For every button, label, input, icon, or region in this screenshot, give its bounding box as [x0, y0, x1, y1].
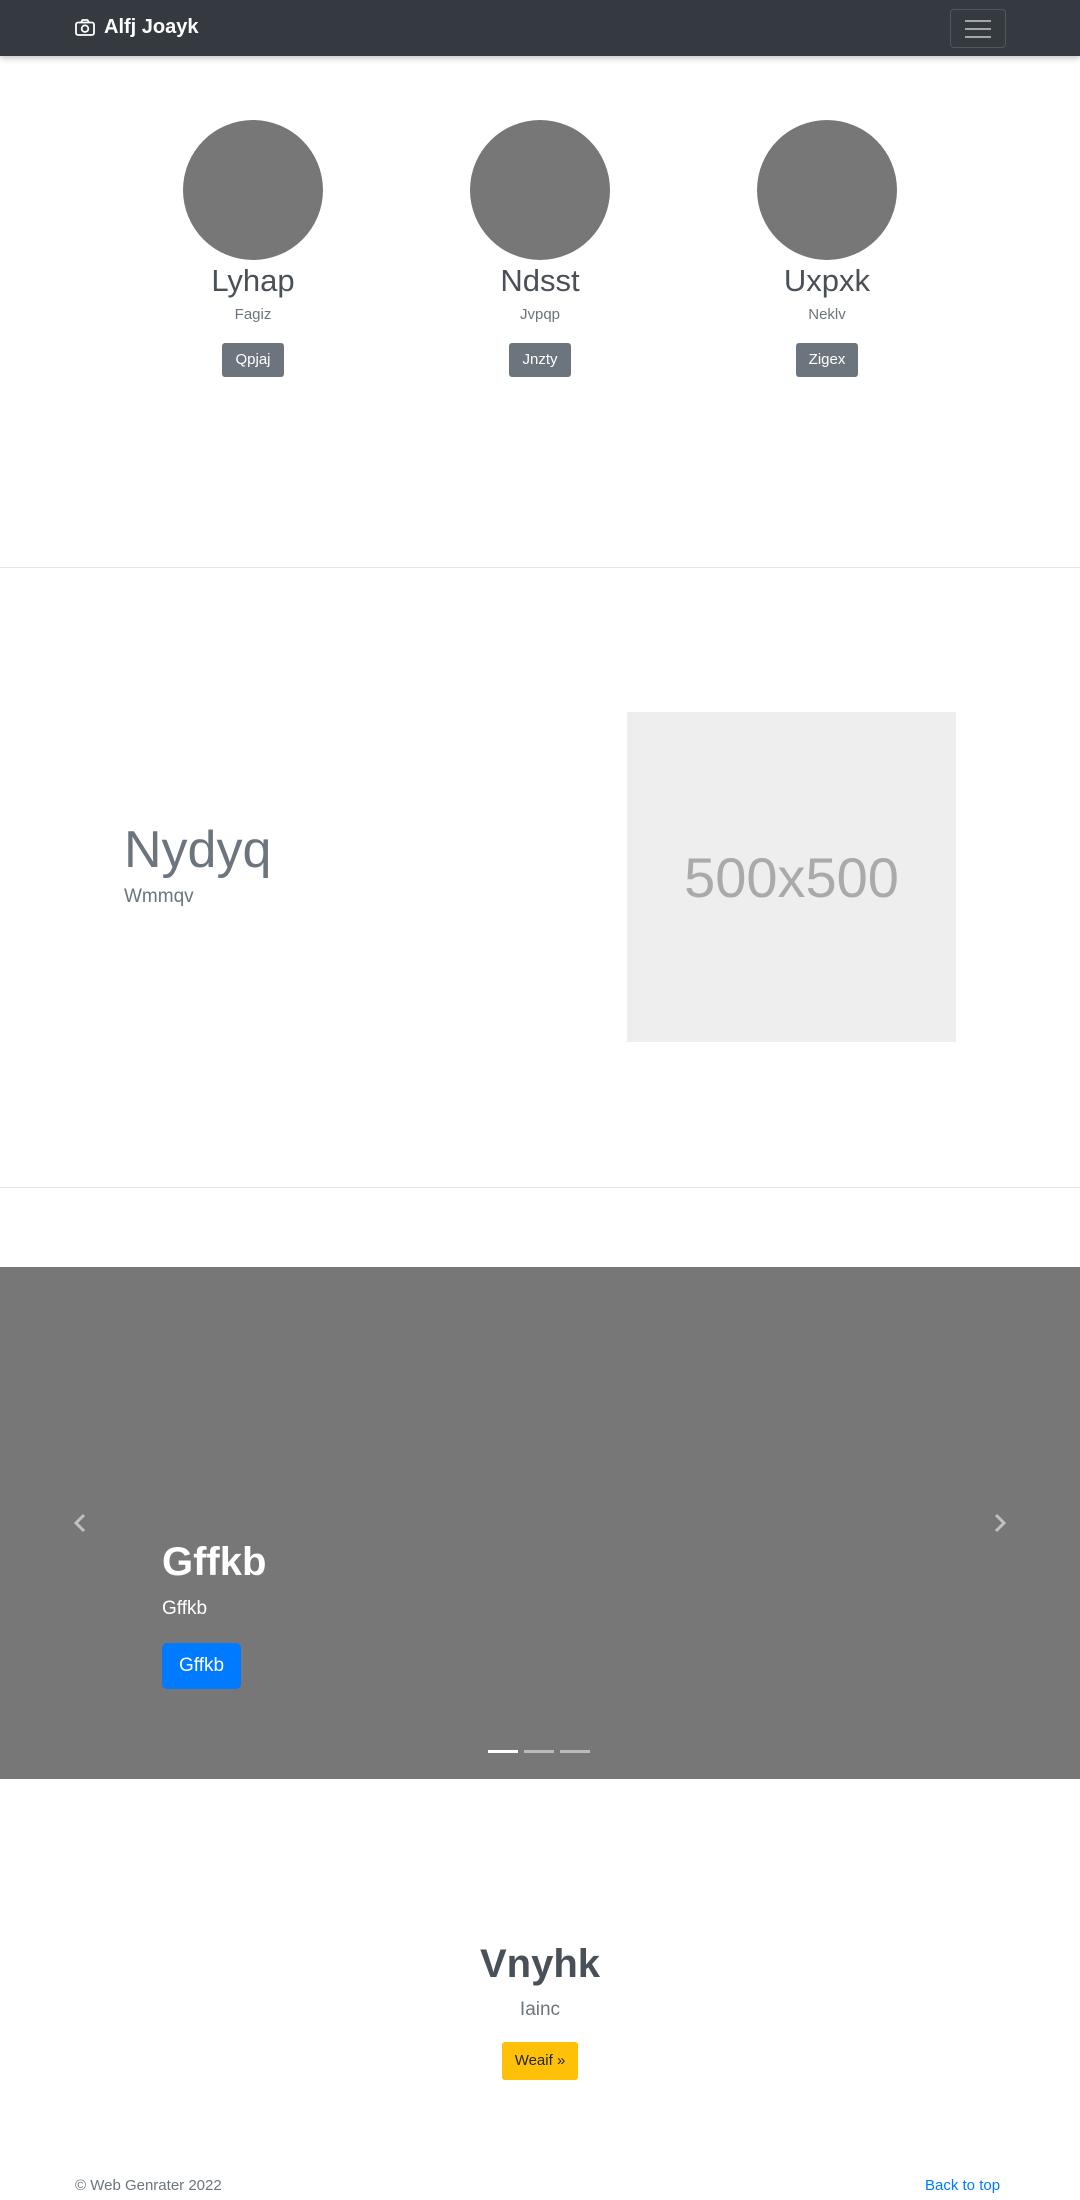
team-member-card: Uxpxk Neklv Zigex [727, 120, 927, 377]
member-subtitle: Neklv [808, 306, 846, 323]
brand-link[interactable]: Alfj Joayk [75, 16, 198, 39]
hamburger-icon-bar [965, 35, 991, 38]
avatar [470, 120, 610, 260]
carousel: Gffkb Gffkb Gffkb [0, 1267, 1080, 1779]
carousel-indicator[interactable] [488, 1750, 518, 1753]
carousel-indicator[interactable] [524, 1750, 554, 1753]
carousel-caption-text: Gffkb [162, 1598, 208, 1619]
feature-image-placeholder: 500x500 [627, 712, 956, 1042]
footer-copyright: © Web Genrater 2022 [75, 2177, 222, 2194]
section-divider [0, 1187, 1080, 1188]
cta-button-wrap: Weaif » [0, 2042, 1080, 2080]
feature-subheading: Wmmqv [124, 886, 194, 907]
chevron-left-icon [73, 1513, 86, 1533]
carousel-prev-button[interactable] [70, 1512, 92, 1534]
hamburger-icon-bar [965, 19, 991, 22]
section-divider [0, 567, 1080, 568]
avatar [757, 120, 897, 260]
cta-subheading: Iainc [519, 1999, 561, 2020]
carousel-indicators [488, 1750, 590, 1753]
feature-heading: Nydyq [124, 821, 272, 879]
placeholder-size-label: 500x500 [684, 845, 899, 909]
member-button[interactable]: Qpjaj [222, 343, 284, 377]
member-subtitle: Jvpqp [519, 306, 561, 323]
carousel-indicator[interactable] [560, 1750, 590, 1753]
carousel-caption-title: Gffkb [162, 1540, 267, 1584]
hamburger-icon-bar [965, 27, 991, 30]
carousel-caption-button[interactable]: Gffkb [162, 1643, 242, 1689]
avatar [183, 120, 323, 260]
navbar-toggler-button[interactable] [950, 9, 1006, 48]
chevron-right-icon [994, 1513, 1007, 1533]
team-member-card: Lyhap Fagiz Qpjaj [153, 120, 353, 377]
carousel-next-button[interactable] [988, 1512, 1010, 1534]
camera-icon [75, 19, 95, 36]
member-name: Ndsst [500, 263, 580, 298]
brand-name: Alfj Joayk [104, 16, 199, 38]
navbar: Alfj Joayk [0, 0, 1080, 56]
member-name: Uxpxk [783, 263, 871, 298]
member-button[interactable]: Jnzty [509, 343, 571, 377]
member-button[interactable]: Zigex [795, 343, 859, 377]
team-member-card: Ndsst Jvpqp Jnzty [440, 120, 640, 377]
member-name: Lyhap [211, 263, 295, 298]
back-to-top-link[interactable]: Back to top [925, 2177, 1000, 2194]
member-subtitle: Fagiz [234, 306, 272, 323]
cta-heading: Vnyhk [479, 1942, 601, 1986]
cta-button[interactable]: Weaif » [501, 2042, 579, 2080]
